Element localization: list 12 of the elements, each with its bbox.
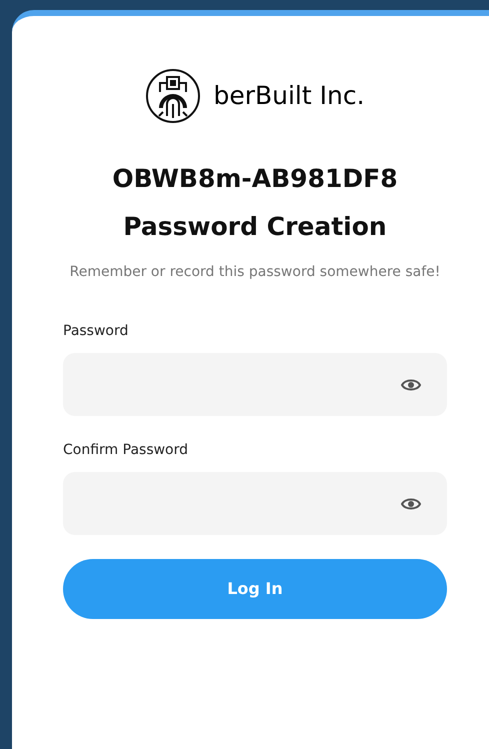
page-title: Password Creation — [123, 210, 387, 242]
chip-gear-logo-icon — [145, 68, 202, 124]
eye-icon[interactable] — [401, 378, 421, 392]
log-in-button[interactable]: Log In — [63, 559, 447, 619]
field-label: Confirm Password — [63, 441, 190, 460]
field-label: Password — [63, 322, 130, 341]
password-field[interactable] — [63, 353, 447, 416]
brand-name: berBuilt Inc. — [213, 80, 365, 112]
page-code-title: OBWB8m-AB981DF8 — [112, 163, 398, 195]
instruction-text: Remember or record this password somewhere safe! — [68, 263, 442, 282]
password-field[interactable] — [63, 472, 447, 535]
eye-icon[interactable] — [401, 496, 421, 510]
